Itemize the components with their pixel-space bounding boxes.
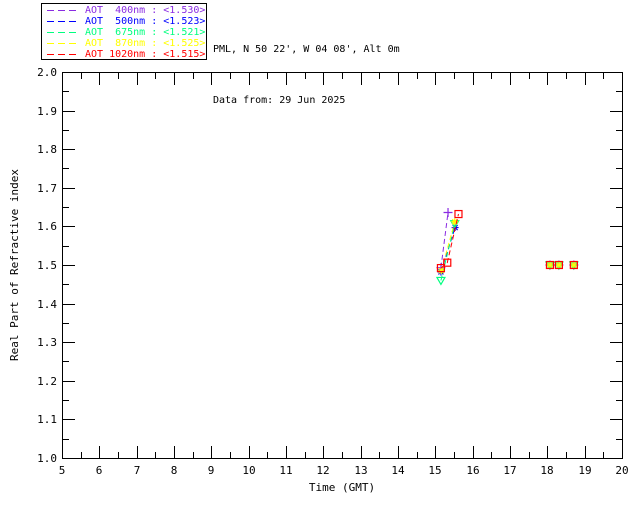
x-axis-title: Time (GMT) xyxy=(309,481,375,494)
series-675nm xyxy=(435,220,579,286)
plot-canvas: AOT 400nm : <1.530> AOT 500nm : <1.523> … xyxy=(0,0,640,512)
x-tick-label: 9 xyxy=(208,464,215,477)
x-tick-label: 18 xyxy=(540,464,553,477)
data-marker-asterisk xyxy=(546,261,554,269)
y-tick-label: 1.4 xyxy=(37,298,57,311)
y-tick-label: 1.3 xyxy=(37,336,57,349)
y-tick-label: 1.7 xyxy=(37,182,57,195)
x-tick-label: 7 xyxy=(134,464,141,477)
x-tick-label: 13 xyxy=(354,464,367,477)
x-tick-label: 19 xyxy=(578,464,591,477)
data-marker-asterisk xyxy=(555,261,563,269)
x-tick-label: 16 xyxy=(466,464,479,477)
series-870nm xyxy=(437,218,578,275)
y-tick-label: 1.2 xyxy=(37,375,57,388)
plot-area: 5 6 7 8 9 10 11 12 13 14 15 16 17 18 19 20 1.0 1.1 1.2 1.3 1… xyxy=(8,66,629,494)
y-tick-label: 1.6 xyxy=(37,220,57,233)
x-tick-label: 8 xyxy=(171,464,178,477)
x-tick-label: 15 xyxy=(428,464,441,477)
y-tick-label: 1.5 xyxy=(37,259,57,272)
y-tick-label: 1.1 xyxy=(37,413,57,426)
y-tick-label: 2.0 xyxy=(37,66,57,79)
y-tick-label: 1.9 xyxy=(37,105,57,118)
x-tick-label: 17 xyxy=(503,464,516,477)
x-tick-label: 20 xyxy=(615,464,628,477)
axes xyxy=(62,72,623,459)
x-tick-label: 6 xyxy=(96,464,103,477)
x-tick-label: 11 xyxy=(279,464,292,477)
x-tick-label: 12 xyxy=(316,464,329,477)
x-tick-label: 5 xyxy=(59,464,66,477)
data-marker-plus xyxy=(443,208,453,218)
data-marker-asterisk xyxy=(570,261,578,269)
x-tick-label: 14 xyxy=(391,464,405,477)
y-tick-label: 1.0 xyxy=(37,452,57,465)
series-500nm xyxy=(437,224,578,276)
x-tick-label: 10 xyxy=(242,464,255,477)
y-axis-title: Real Part of Refractive index xyxy=(8,169,21,361)
plot-frame xyxy=(62,72,623,459)
y-tick-label: 1.8 xyxy=(37,143,57,156)
